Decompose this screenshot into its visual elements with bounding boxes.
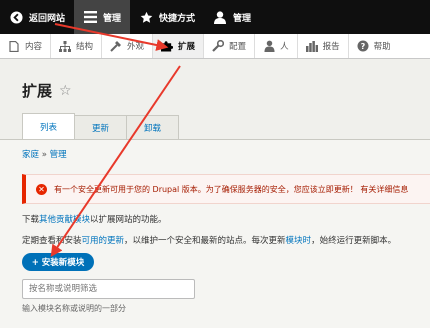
module-filter-input[interactable] xyxy=(22,279,195,299)
para2-prefix: 定期查看和安装 xyxy=(22,236,82,246)
menu-icon xyxy=(83,10,97,24)
tray-item-appearance[interactable]: 外观 xyxy=(102,34,154,58)
download-modules-text: 下载其他贡献模块以扩展网站的功能。 xyxy=(22,213,167,225)
admin-toolbar: 返回网站 管理 快捷方式 管理 xyxy=(0,0,430,34)
wrench-brush-icon xyxy=(110,40,122,52)
tab-uninstall[interactable]: 卸载 xyxy=(127,115,180,139)
tray-item-label: 人 xyxy=(280,42,289,52)
tray-item-structure[interactable]: 结构 xyxy=(51,34,103,58)
tray-item-extend[interactable]: 扩展 xyxy=(153,34,205,58)
tray-item-label: 报告 xyxy=(322,42,340,52)
file-icon xyxy=(8,40,20,52)
chevron-left-icon xyxy=(9,10,23,24)
help-icon: ? xyxy=(357,40,369,52)
tray-item-reports[interactable]: 报告 xyxy=(298,34,349,58)
security-update-alert: ✕ 有一个安全更新可用于您的 Drupal 版本。为了确保服务器的安全，您应该立… xyxy=(22,174,430,204)
contributed-modules-link[interactable]: 其他贡献模块 xyxy=(39,215,90,225)
filter-description: 输入模块名称或说明的一部分 xyxy=(22,304,126,313)
tab-list[interactable]: 列表 xyxy=(22,113,76,139)
breadcrumb-admin-link[interactable]: 管理 xyxy=(50,150,67,160)
tray-item-help[interactable]: ? 帮助 xyxy=(349,34,399,58)
update-reminder-text: 定期查看和安装可用的更新，以维护一个安全和最新的站点。每次更新模块时，始终运行更… xyxy=(22,234,396,246)
user-menu-label: 管理 xyxy=(233,13,252,24)
tab-update[interactable]: 更新 xyxy=(75,115,128,139)
sitemap-icon xyxy=(59,40,72,52)
star-icon xyxy=(139,10,153,24)
tray-item-label: 配置 xyxy=(229,42,247,52)
para2-suffix: ，始终运行更新脚本。 xyxy=(311,236,397,246)
para1-suffix: 以扩展网站的功能。 xyxy=(90,215,167,225)
header-divider xyxy=(0,139,430,140)
people-icon xyxy=(263,40,275,52)
para2-middle: ，以维护一个安全和最新的站点。每次更新 xyxy=(124,236,286,246)
back-to-site-label: 返回网站 xyxy=(29,13,66,24)
shortcut-star-icon[interactable]: ☆ xyxy=(59,83,72,99)
admin-tray: 内容 结构 外观 扩展 配置 人 报告 ? 帮助 xyxy=(0,34,430,59)
tray-item-label: 结构 xyxy=(76,42,94,52)
back-to-site-button[interactable]: 返回网站 xyxy=(0,0,74,34)
user-menu-button[interactable]: 管理 xyxy=(204,0,260,34)
wrench-icon xyxy=(212,40,225,52)
tray-item-configuration[interactable]: 配置 xyxy=(204,34,256,58)
para1-prefix: 下载 xyxy=(22,215,40,225)
shortcuts-label: 快捷方式 xyxy=(159,13,196,24)
tray-item-content[interactable]: 内容 xyxy=(0,34,52,58)
primary-tabs: 列表 更新 卸载 xyxy=(22,113,180,139)
user-icon xyxy=(213,10,227,24)
alert-message: 有一个安全更新可用于您的 Drupal 版本。为了确保服务器的安全，您应该立即更… xyxy=(54,184,409,194)
breadcrumb-separator: » xyxy=(41,150,47,160)
svg-text:?: ? xyxy=(360,42,365,51)
breadcrumb: 家庭 » 管理 xyxy=(22,148,67,160)
puzzle-icon xyxy=(161,40,174,52)
available-updates-link[interactable]: 可用的更新 xyxy=(82,236,125,246)
shortcuts-button[interactable]: 快捷方式 xyxy=(130,0,204,34)
tray-item-label: 内容 xyxy=(25,42,43,52)
page-title: 扩展 ☆ xyxy=(22,80,72,101)
install-new-module-button[interactable]: + 安装新模块 xyxy=(22,253,94,271)
bar-chart-icon xyxy=(305,40,318,52)
tray-item-label: 扩展 xyxy=(178,42,196,52)
error-icon: ✕ xyxy=(36,183,47,195)
tray-item-label: 帮助 xyxy=(373,42,391,52)
tray-item-people[interactable]: 人 xyxy=(255,34,298,58)
tray-item-label: 外观 xyxy=(127,42,145,52)
page-title-text: 扩展 xyxy=(22,82,53,100)
manage-label: 管理 xyxy=(103,13,122,24)
modules-link[interactable]: 模块时 xyxy=(286,236,312,246)
manage-button[interactable]: 管理 xyxy=(74,0,131,34)
breadcrumb-home-link[interactable]: 家庭 xyxy=(22,150,39,160)
